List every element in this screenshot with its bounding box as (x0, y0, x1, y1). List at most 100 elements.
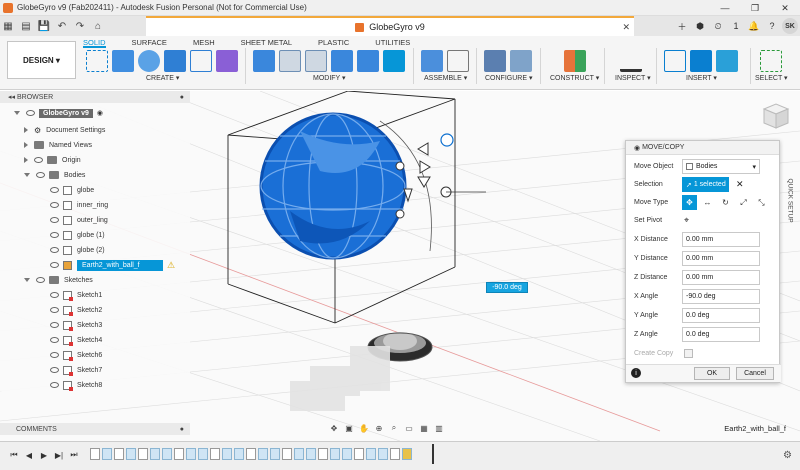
form-icon[interactable] (216, 50, 238, 72)
timeline-feature[interactable] (246, 448, 256, 460)
zoom-icon[interactable]: ⊕ (373, 422, 385, 434)
modify-menu[interactable]: MODIFY ▾ (313, 74, 346, 82)
comments-panel[interactable]: COMMENTS ● (0, 423, 190, 435)
step-forward-icon[interactable]: ▶| (53, 449, 65, 461)
measure-icon[interactable] (620, 50, 642, 72)
point-to-point-icon[interactable]: ⤢ (736, 195, 751, 210)
press-pull-icon[interactable] (253, 50, 275, 72)
tree-item-sketch[interactable]: Sketch7 (50, 363, 102, 377)
expand-icon[interactable] (14, 111, 20, 115)
visibility-eye-icon[interactable] (50, 337, 59, 343)
offset-plane-icon[interactable] (564, 50, 586, 72)
undo-icon[interactable]: ↶ (54, 18, 70, 34)
expand-icon[interactable] (24, 157, 28, 163)
activate-radio-icon[interactable]: ◉ (97, 109, 103, 117)
construct-menu[interactable]: CONSTRUCT ▾ (550, 74, 599, 82)
tab-mesh[interactable]: MESH (193, 36, 215, 48)
tree-item-body[interactable]: globe (50, 183, 94, 197)
go-to-end-icon[interactable]: ⏭ (68, 449, 80, 461)
redo-icon[interactable]: ↷ (72, 18, 88, 34)
timeline-feature[interactable] (270, 448, 280, 460)
close-tab-icon[interactable]: ✕ (622, 22, 630, 33)
x-angle-input[interactable]: -90.0 deg (682, 289, 760, 304)
workspace-switcher[interactable]: DESIGN ▾ (7, 41, 76, 79)
maximize-button[interactable]: ❐ (740, 0, 770, 16)
fillet-icon[interactable] (279, 50, 301, 72)
timeline-feature[interactable] (150, 448, 160, 460)
point-to-position-icon[interactable]: ⤡ (754, 195, 769, 210)
assemble-menu[interactable]: ASSEMBLE ▾ (424, 74, 467, 82)
notifications-bell-icon[interactable]: 🔔 (746, 18, 762, 34)
tree-item-bodies[interactable]: Bodies (24, 168, 85, 182)
expand-icon[interactable] (24, 278, 30, 282)
tab-utilities[interactable]: UTILITIES (375, 36, 410, 48)
tree-item-named-views[interactable]: Named Views (24, 138, 92, 152)
shell-icon[interactable] (331, 50, 353, 72)
move-copy-icon[interactable] (383, 50, 405, 72)
visibility-eye-icon[interactable] (50, 232, 59, 238)
help-icon[interactable]: ? (764, 18, 780, 34)
create-menu[interactable]: CREATE ▾ (146, 74, 179, 82)
tree-item-body[interactable]: globe (1) (50, 228, 105, 242)
go-to-start-icon[interactable]: ⏮ (8, 449, 20, 461)
data-panel-grid-icon[interactable]: ▦ (0, 18, 16, 34)
timeline-feature[interactable] (306, 448, 316, 460)
select-icon[interactable] (760, 50, 782, 72)
fit-icon[interactable]: ⌕ (388, 422, 400, 434)
z-distance-input[interactable]: 0.00 mm (682, 270, 760, 285)
tab-solid[interactable]: SOLID (83, 36, 106, 48)
globe-body[interactable] (259, 112, 407, 260)
extensions-icon[interactable]: ⬢ (692, 18, 708, 34)
panel-toggle-icon[interactable]: ● (180, 94, 184, 101)
visibility-eye-icon[interactable] (50, 247, 59, 253)
timeline-feature[interactable] (258, 448, 268, 460)
timeline-feature[interactable] (282, 448, 292, 460)
timeline-feature[interactable] (402, 448, 412, 460)
timeline-feature[interactable] (390, 448, 400, 460)
tab-sheet-metal[interactable]: SHEET METAL (241, 36, 292, 48)
orbit-icon[interactable]: ✥ (328, 422, 340, 434)
timeline-feature[interactable] (102, 448, 112, 460)
timeline-feature[interactable] (222, 448, 232, 460)
browser-collapse-icon[interactable]: ◂◂ (8, 93, 17, 101)
visibility-eye-icon[interactable] (50, 187, 59, 193)
joint-icon[interactable] (447, 50, 469, 72)
insert-derive-icon[interactable] (664, 50, 686, 72)
revolve-icon[interactable] (138, 50, 160, 72)
timeline-feature[interactable] (294, 448, 304, 460)
home-icon[interactable]: ⌂ (90, 18, 106, 34)
configure-menu[interactable]: CONFIGURE ▾ (485, 74, 532, 82)
tree-item-sketch[interactable]: Sketch3 (50, 318, 102, 332)
viewports-icon[interactable]: ▥ (433, 422, 445, 434)
display-settings-icon[interactable]: ▭ (403, 422, 415, 434)
visibility-eye-icon[interactable] (50, 217, 59, 223)
grid-settings-icon[interactable]: ▦ (418, 422, 430, 434)
timeline-feature[interactable] (378, 448, 388, 460)
panel-toggle-icon[interactable]: ● (180, 426, 184, 433)
insert-menu[interactable]: INSERT ▾ (686, 74, 717, 82)
rotate-icon[interactable]: ↻ (718, 195, 733, 210)
canvas-image-icon[interactable] (716, 50, 738, 72)
timeline-settings-gear-icon[interactable]: ⚙ (783, 450, 792, 461)
timeline-feature[interactable] (366, 448, 376, 460)
z-angle-input[interactable]: 0.0 deg (682, 327, 760, 342)
close-window-button[interactable]: ✕ (770, 0, 800, 16)
extrude-icon[interactable] (112, 50, 134, 72)
clear-selection-icon[interactable]: ✕ (736, 179, 744, 190)
timeline-feature[interactable] (318, 448, 328, 460)
visibility-eye-icon[interactable] (50, 352, 59, 358)
user-avatar[interactable]: SK (782, 18, 798, 34)
tree-item-sketch[interactable]: Sketch6 (50, 348, 102, 362)
x-distance-input[interactable]: 0.00 mm (682, 232, 760, 247)
visibility-eye-icon[interactable] (34, 157, 43, 163)
job-status-icon[interactable]: ⏲ (710, 18, 726, 34)
timeline-feature[interactable] (210, 448, 220, 460)
visibility-eye-icon[interactable] (50, 367, 59, 373)
visibility-eye-icon[interactable] (50, 262, 59, 268)
ok-button[interactable]: OK (694, 367, 730, 380)
expand-icon[interactable] (24, 127, 28, 133)
timeline-feature[interactable] (138, 448, 148, 460)
hole-icon[interactable] (164, 50, 186, 72)
selection-button[interactable]: ➚ 1 selected (682, 177, 729, 192)
timeline-feature[interactable] (186, 448, 196, 460)
